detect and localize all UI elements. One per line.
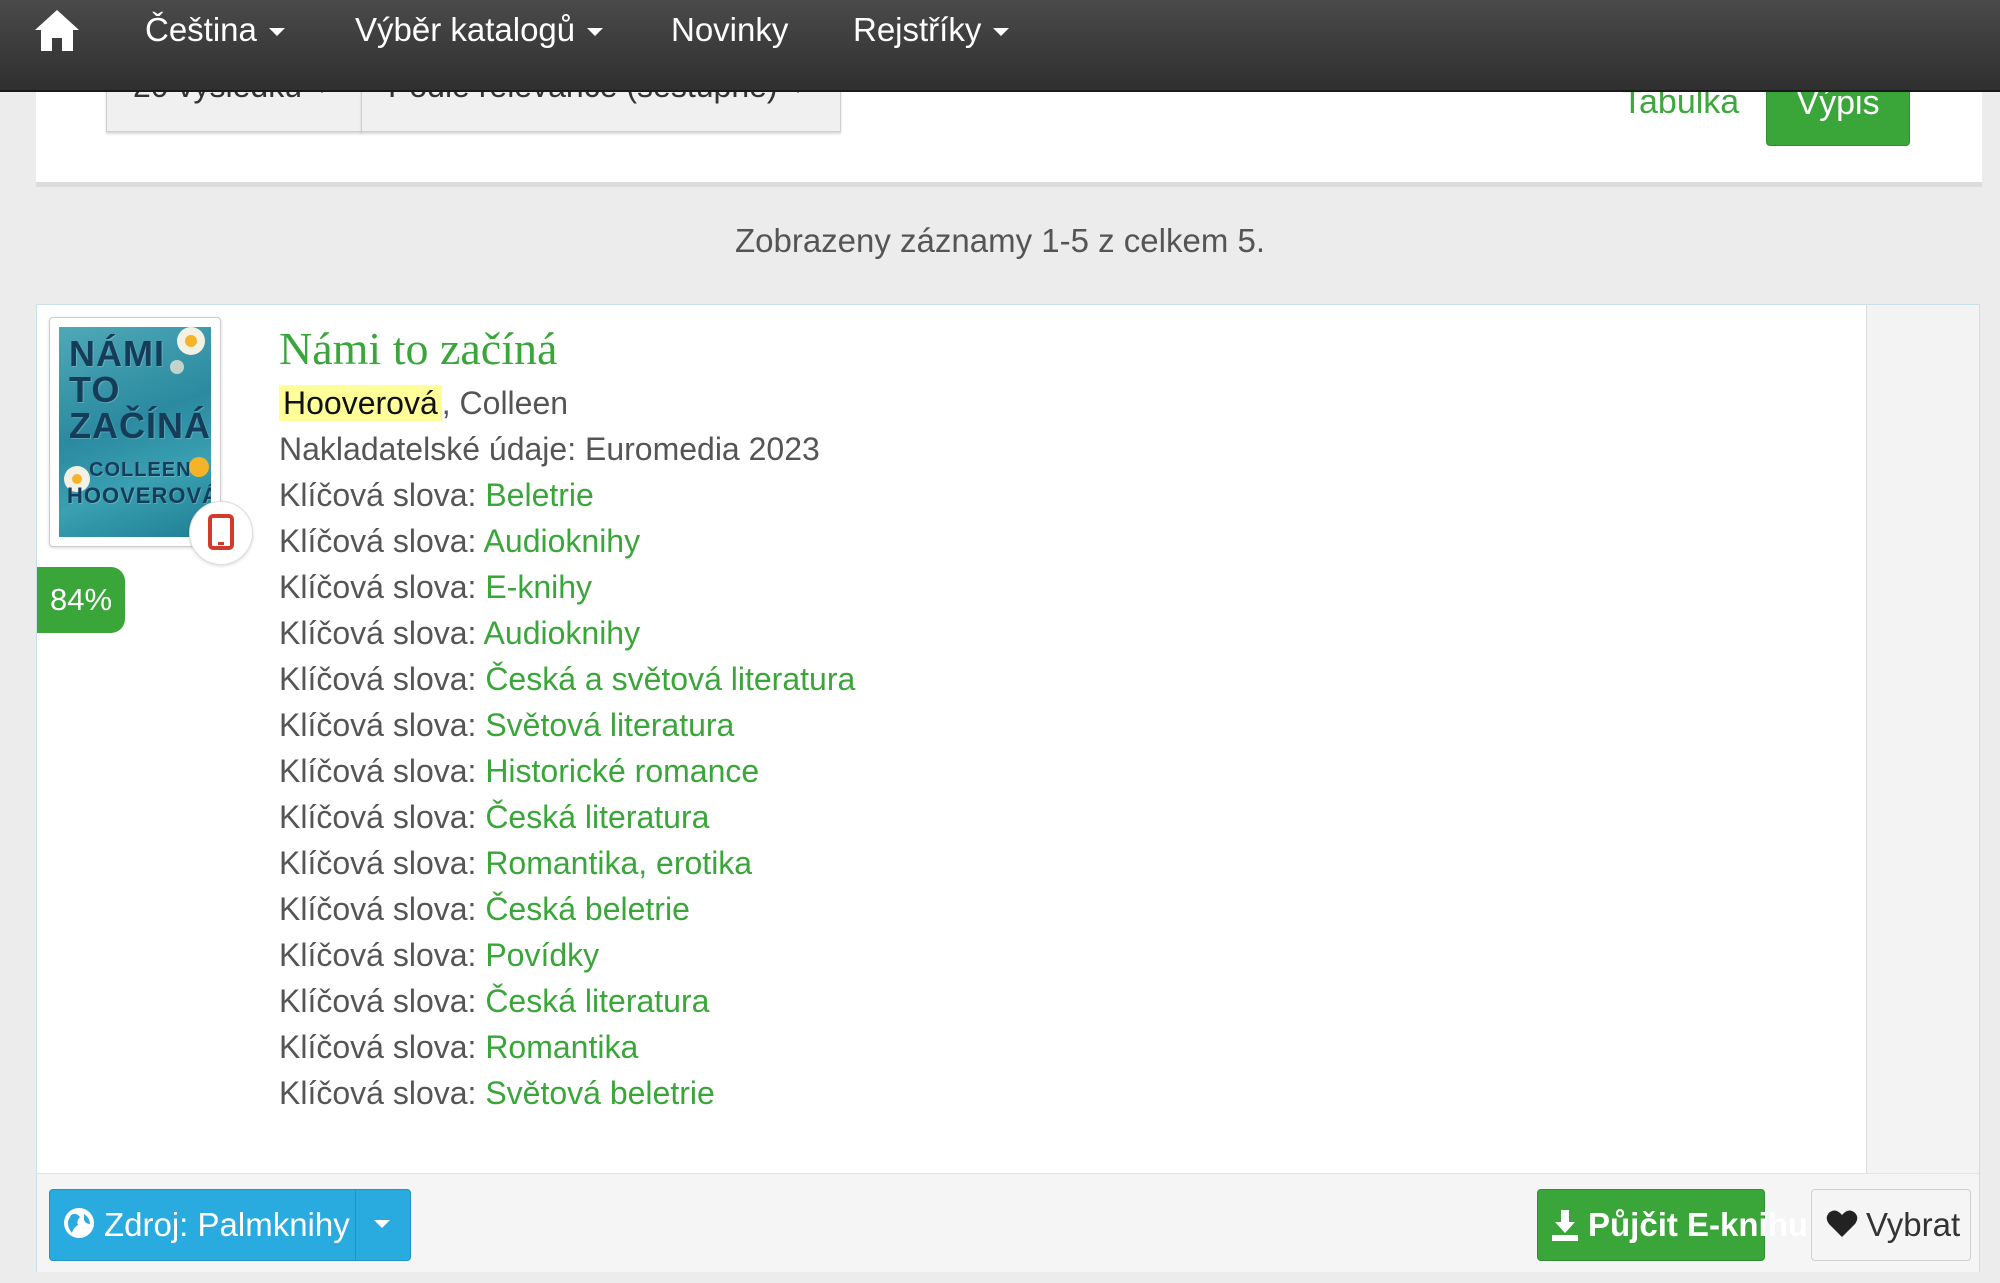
keyword-label: Klíčová slova: — [279, 937, 477, 973]
relevance-badge: 84% — [37, 567, 125, 633]
nav-indexes[interactable]: Rejstříky — [853, 10, 1010, 50]
keyword-link[interactable]: Povídky — [485, 937, 599, 973]
nav-news-label: Novinky — [671, 11, 789, 48]
keyword-row: Klíčová slova: Audioknihy — [279, 521, 640, 561]
keyword-label: Klíčová slova: — [279, 523, 477, 559]
keyword-label: Klíčová slova: — [279, 891, 477, 927]
source-button[interactable]: Zdroj: Palmknihy — [50, 1190, 356, 1260]
heart-icon — [1826, 1210, 1858, 1237]
chevron-down-icon — [268, 28, 285, 37]
home-icon[interactable] — [32, 6, 82, 56]
keyword-link[interactable]: Historické romance — [485, 753, 759, 789]
source-button-label: Zdroj: Palmknihy — [104, 1206, 350, 1243]
keyword-row: Klíčová slova: Světová beletrie — [279, 1073, 715, 1113]
keyword-row: Klíčová slova: Česká beletrie — [279, 889, 690, 929]
keyword-label: Klíčová slova: — [279, 1075, 477, 1111]
results-summary: Zobrazeny záznamy 1-5 z celkem 5. — [734, 222, 1266, 259]
top-navbar: Čeština Výběr katalogů Novinky Rejstříky — [0, 0, 2000, 92]
keyword-row: Klíčová slova: Česká a světová literatur… — [279, 659, 855, 699]
author-rest: , Colleen — [441, 385, 569, 421]
keyword-label: Klíčová slova: — [279, 569, 477, 605]
nav-indexes-label: Rejstříky — [853, 11, 982, 48]
record-publisher: Nakladatelské údaje: Euromedia 2023 — [279, 431, 820, 467]
keyword-row: Klíčová slova: Povídky — [279, 935, 599, 975]
keyword-row: Klíčová slova: Česká literatura — [279, 981, 709, 1021]
keyword-link[interactable]: Romantika, erotika — [485, 845, 752, 881]
keyword-link[interactable]: Česká literatura — [485, 799, 709, 835]
keyword-link[interactable]: Romantika — [485, 1029, 638, 1065]
nav-news[interactable]: Novinky — [671, 10, 788, 50]
keyword-label: Klíčová slova: — [279, 615, 477, 651]
author-highlight[interactable]: Hooverová — [279, 385, 442, 421]
keyword-link[interactable]: Beletrie — [485, 477, 594, 513]
nav-language-label: Čeština — [145, 11, 257, 48]
keyword-link[interactable]: Česká beletrie — [485, 891, 690, 927]
keyword-row: Klíčová slova: Světová literatura — [279, 705, 734, 745]
keyword-link[interactable]: E-knihy — [485, 569, 592, 605]
record-sidebar — [1866, 305, 1979, 1173]
chevron-down-icon — [993, 28, 1010, 37]
download-icon — [1552, 1210, 1578, 1241]
nav-language[interactable]: Čeština — [145, 10, 285, 50]
chevron-down-icon — [374, 1220, 390, 1228]
book-cover-image: NÁMI TO ZAČÍNÁ COLLEEN HOOVEROVÁ — [59, 327, 211, 537]
nav-catalog-select[interactable]: Výběr katalogů — [355, 10, 604, 50]
tablet-icon — [208, 514, 234, 550]
borrow-ebook-button[interactable]: Půjčit E-knihu — [1537, 1189, 1808, 1261]
keyword-link[interactable]: Audioknihy — [484, 615, 641, 651]
keyword-link[interactable]: Světová beletrie — [485, 1075, 714, 1111]
cover-author-line1: COLLEEN — [89, 459, 192, 481]
keyword-label: Klíčová slova: — [279, 983, 477, 1019]
keyword-row: Klíčová slova: Historické romance — [279, 751, 759, 791]
keyword-label: Klíčová slova: — [279, 661, 477, 697]
keyword-row: Klíčová slova: Česká literatura — [279, 797, 709, 837]
select-button-label: Vybrat — [1866, 1206, 1961, 1243]
keyword-label: Klíčová slova: — [279, 753, 477, 789]
keyword-link[interactable]: Česká a světová literatura — [485, 661, 855, 697]
keyword-link[interactable]: Světová literatura — [485, 707, 734, 743]
keyword-label: Klíčová slova: — [279, 845, 477, 881]
record-title[interactable]: Námi to začíná — [279, 321, 557, 377]
borrow-ebook-label: Půjčit E-knihu — [1588, 1206, 1809, 1243]
source-button-group: Zdroj: Palmknihy — [49, 1189, 411, 1261]
keyword-link[interactable]: Audioknihy — [484, 523, 641, 559]
select-button[interactable]: Vybrat — [1811, 1189, 1971, 1261]
keyword-label: Klíčová slova: — [279, 707, 477, 743]
keyword-label: Klíčová slova: — [279, 477, 477, 513]
keyword-row: Klíčová slova: E-knihy — [279, 567, 592, 607]
keyword-link[interactable]: Česká literatura — [485, 983, 709, 1019]
chevron-down-icon — [587, 28, 604, 37]
globe-icon — [64, 1208, 94, 1238]
result-record: NÁMI TO ZAČÍNÁ COLLEEN HOOVEROVÁ 84% Nám… — [36, 304, 1980, 1272]
record-author: Hooverová, Colleen — [279, 383, 568, 423]
ebook-format-badge — [189, 501, 253, 565]
keyword-row: Klíčová slova: Audioknihy — [279, 613, 640, 653]
keyword-row: Klíčová slova: Romantika, erotika — [279, 843, 752, 883]
source-dropdown-toggle[interactable] — [356, 1190, 410, 1260]
keyword-row: Klíčová slova: Romantika — [279, 1027, 638, 1067]
keyword-label: Klíčová slova: — [279, 1029, 477, 1065]
keyword-label: Klíčová slova: — [279, 799, 477, 835]
nav-catalog-select-label: Výběr katalogů — [355, 11, 576, 48]
keyword-row: Klíčová slova: Beletrie — [279, 475, 594, 515]
cover-title-line3: ZAČÍNÁ — [69, 405, 211, 446]
